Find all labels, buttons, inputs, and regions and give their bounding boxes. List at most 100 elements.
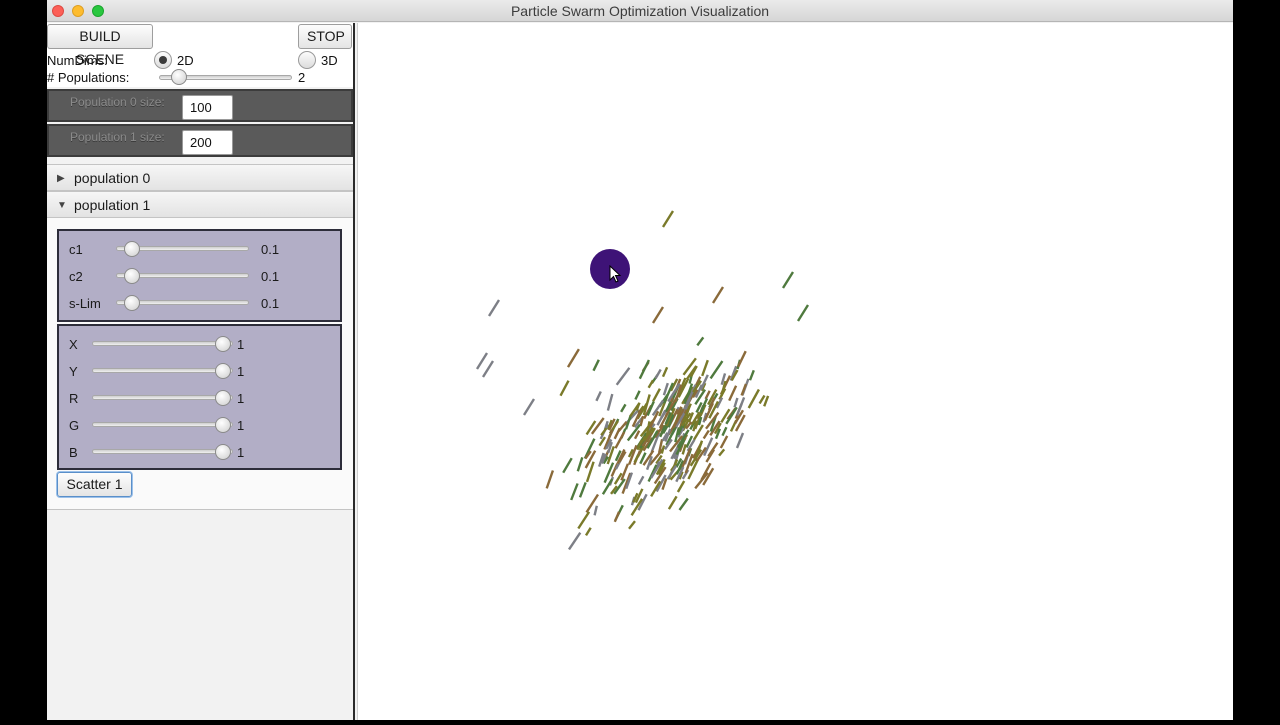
population-1-pane-header[interactable]: ▼ population 1: [47, 191, 353, 218]
particle: [637, 475, 645, 485]
x-value: 1: [237, 337, 245, 352]
c1-slider-thumb[interactable]: [124, 241, 140, 257]
c2-value: 0.1: [261, 269, 280, 284]
particle: [595, 390, 602, 402]
particle: [576, 457, 584, 472]
particle: [711, 286, 725, 304]
radio-2d[interactable]: [154, 51, 172, 69]
particle: [566, 348, 580, 368]
build-scene-button[interactable]: BUILD SCENE: [47, 24, 153, 67]
app-window: Particle Swarm Optimization Visualizatio…: [47, 0, 1233, 720]
particle: [593, 505, 598, 516]
mouse-pointer-icon: [609, 265, 622, 283]
c2-label: c2: [69, 269, 83, 284]
control-panel: BUILD SCENE STOP NumDims: 2D 3D # Popula…: [47, 23, 355, 720]
particle: [735, 432, 745, 449]
s-lim-slider-thumb[interactable]: [124, 295, 140, 311]
s-lim-label: s-Lim: [69, 296, 101, 311]
particle: [522, 398, 536, 416]
particle: [562, 457, 573, 474]
g-value: 1: [237, 418, 245, 433]
particle: [577, 511, 591, 530]
particle: [545, 470, 555, 489]
population-0-pane-header[interactable]: ▶ population 0: [47, 164, 353, 191]
population-1-size-input[interactable]: [182, 130, 233, 155]
population-1-size-label: Population 1 size:: [70, 130, 165, 144]
numdims-label: NumDims:: [47, 53, 108, 68]
y-label: Y: [69, 364, 78, 379]
visualization-canvas[interactable]: [357, 23, 1233, 720]
scene-controls: BUILD SCENE STOP NumDims: 2D 3D # Popula…: [47, 23, 353, 87]
particle-swarm-plot: [475, 210, 810, 551]
particle: [701, 359, 709, 377]
radio-3d[interactable]: [298, 51, 316, 69]
x-slider-track[interactable]: [92, 341, 233, 346]
particle: [676, 480, 686, 493]
y-value: 1: [237, 364, 245, 379]
radio-3d-label: 3D: [321, 53, 338, 68]
particle: [613, 472, 623, 485]
populations-value: 2: [298, 70, 306, 85]
r-slider-thumb[interactable]: [215, 390, 231, 406]
s-lim-value: 0.1: [261, 296, 280, 311]
b-slider-track[interactable]: [92, 449, 233, 454]
c2-slider-thumb[interactable]: [124, 268, 140, 284]
particle: [758, 394, 766, 405]
particle: [475, 352, 489, 370]
populations-slider-thumb[interactable]: [170, 69, 187, 85]
window-title: Particle Swarm Optimization Visualizatio…: [510, 3, 770, 19]
r-slider-track[interactable]: [92, 395, 233, 400]
g-slider-thumb[interactable]: [215, 417, 231, 433]
x-slider-thumb[interactable]: [215, 336, 231, 352]
b-slider-thumb[interactable]: [215, 444, 231, 460]
particle: [638, 359, 650, 380]
particle: [592, 359, 600, 372]
particle: [661, 210, 675, 228]
particle: [615, 367, 631, 386]
particle: [620, 403, 627, 413]
radio-2d-label: 2D: [177, 53, 194, 68]
particle: [719, 435, 729, 449]
population-1-pane-content: c1 0.1 c2 0.1 s-Lim 0.1 X 1 Y 1 R 1 G 1 …: [47, 218, 353, 510]
x-label: X: [69, 337, 78, 352]
population-0-size-label: Population 0 size:: [70, 95, 165, 109]
populations-label: # Populations:: [47, 70, 130, 85]
particle: [568, 532, 582, 551]
particle: [667, 495, 678, 510]
population-1-size-row: Population 1 size:: [47, 124, 353, 157]
particle: [748, 369, 755, 381]
particle: [570, 483, 579, 501]
particle: [709, 360, 724, 380]
particle: [796, 304, 810, 322]
particle: [704, 390, 711, 400]
scatter-button[interactable]: Scatter 1: [57, 472, 132, 497]
particle: [660, 445, 666, 454]
particle: [747, 388, 760, 409]
particle: [647, 379, 655, 389]
particle: [718, 448, 726, 457]
r-value: 1: [237, 391, 245, 406]
particle: [654, 368, 662, 380]
particle: [652, 388, 661, 402]
particle: [728, 385, 738, 402]
particle: [661, 366, 669, 378]
g-slider-track[interactable]: [92, 422, 233, 427]
particle: [737, 350, 747, 368]
axis-sliders-box: X 1 Y 1 R 1 G 1 B 1: [57, 324, 342, 470]
chevron-down-icon: ▼: [57, 200, 67, 211]
particle: [702, 429, 710, 440]
particle: [559, 380, 570, 397]
b-value: 1: [237, 445, 245, 460]
population-0-pane-label: population 0: [74, 170, 151, 186]
particle: [590, 417, 605, 435]
y-slider-track[interactable]: [92, 368, 233, 373]
particle: [651, 306, 665, 324]
r-label: R: [69, 391, 79, 406]
y-slider-thumb[interactable]: [215, 363, 231, 379]
population-0-size-input[interactable]: [182, 95, 233, 120]
particle: [696, 336, 705, 347]
g-label: G: [69, 418, 80, 433]
particle: [584, 527, 592, 537]
b-label: B: [69, 445, 78, 460]
stop-button[interactable]: STOP: [298, 24, 352, 49]
